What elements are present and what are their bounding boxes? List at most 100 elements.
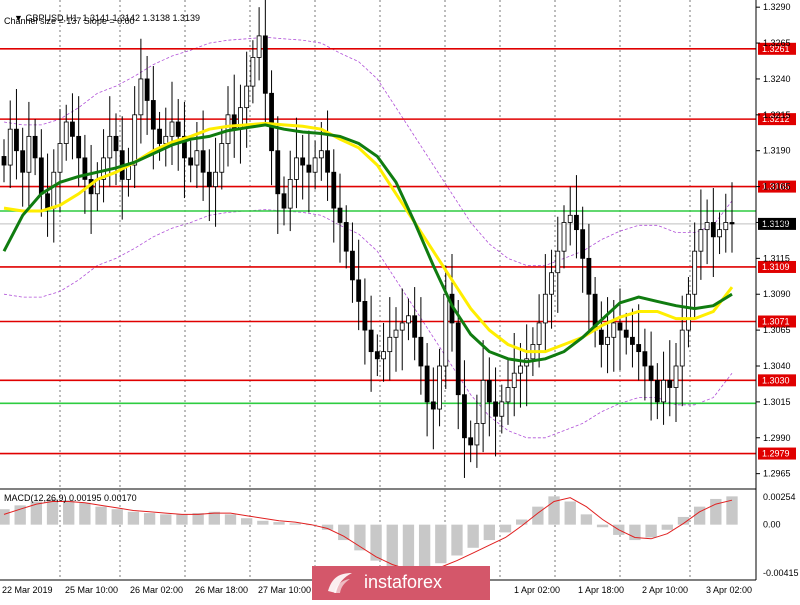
- candle-body: [14, 128, 19, 152]
- candle-body: [57, 143, 63, 173]
- candle-body: [704, 222, 710, 231]
- brand-watermark: instaforex: [312, 566, 490, 600]
- candle-body: [480, 379, 486, 424]
- channel-info: Channel size = 137 Slope = 0.00: [4, 16, 135, 26]
- candle-body: [654, 379, 660, 403]
- candle-body: [617, 322, 623, 331]
- candle-body: [493, 401, 498, 417]
- candle-body: [194, 150, 200, 166]
- macd-histogram-bar: [273, 522, 285, 525]
- candle-body: [20, 150, 26, 173]
- candle-body: [76, 135, 82, 159]
- candle-body: [692, 250, 698, 295]
- price-tick-label: 1.2990: [763, 433, 791, 443]
- macd-histogram-bar: [289, 523, 301, 525]
- macd-histogram-bar: [176, 514, 188, 525]
- candle-body: [38, 157, 44, 195]
- candle-body: [623, 329, 629, 338]
- time-label: 2 Apr 10:00: [642, 585, 688, 595]
- candle-body: [729, 222, 735, 225]
- candle-body: [337, 207, 343, 223]
- candle-body: [443, 293, 449, 367]
- price-chart[interactable]: 1.32611.32121.31651.31091.30711.30301.29…: [0, 0, 800, 600]
- candle-body: [312, 157, 318, 173]
- time-label: 1 Apr 18:00: [578, 585, 624, 595]
- macd-histogram-bar: [661, 524, 673, 530]
- candle-body: [200, 150, 206, 173]
- macd-histogram-bar: [467, 524, 479, 548]
- macd-histogram-bar: [580, 514, 593, 525]
- time-label: 26 Mar 18:00: [195, 585, 248, 595]
- candle-body: [275, 150, 281, 195]
- candle-body: [45, 193, 50, 209]
- level-badge-label: 1.3030: [762, 375, 790, 385]
- candle-body: [468, 437, 474, 446]
- macd-histogram-bar: [127, 511, 140, 525]
- candle-body: [188, 157, 194, 166]
- candle-body: [318, 150, 324, 159]
- candle-body: [250, 57, 256, 87]
- macd-histogram-bar: [111, 509, 123, 525]
- macd-histogram-bar: [143, 513, 156, 525]
- price-tick-label: 1.3190: [763, 146, 791, 156]
- candle-body: [630, 336, 635, 345]
- candle-body: [561, 222, 567, 252]
- candle-body: [350, 250, 355, 281]
- candle-body: [499, 401, 505, 417]
- candle-body: [213, 171, 218, 187]
- macd-histogram-bar: [79, 502, 91, 525]
- candle-body: [542, 293, 548, 324]
- candle-body: [511, 372, 517, 388]
- candle-body: [381, 351, 386, 360]
- price-tick-label: 1.3240: [763, 74, 791, 84]
- candle-body: [686, 293, 691, 331]
- price-tick-label: 1.3265: [763, 38, 791, 48]
- candle-body: [549, 272, 554, 295]
- macd-histogram-bar: [386, 524, 398, 569]
- macd-histogram-bar: [0, 509, 10, 525]
- macd-histogram-bar: [257, 520, 269, 525]
- macd-histogram-bar: [63, 500, 75, 525]
- price-tick-label: 1.3015: [763, 397, 791, 407]
- candle-body: [567, 214, 573, 223]
- level-badge-label: 1.3109: [762, 262, 790, 272]
- candle-body: [325, 150, 330, 173]
- candle-body: [636, 344, 642, 353]
- macd-histogram-bar: [596, 524, 609, 528]
- candle-body: [113, 135, 119, 152]
- candle-body: [70, 121, 75, 137]
- candle-body: [667, 379, 673, 388]
- macd-histogram-bar: [338, 524, 350, 541]
- brand-name: instaforex: [364, 572, 443, 592]
- price-tick-label: 1.3140: [763, 217, 791, 227]
- macd-histogram-bar: [370, 524, 382, 561]
- candle-body: [673, 365, 679, 388]
- candle-body: [362, 301, 368, 331]
- candle-body: [206, 171, 212, 187]
- candle-body: [723, 222, 729, 231]
- price-tick-label: 1.3115: [763, 253, 790, 263]
- level-badge-label: 1.2979: [762, 449, 790, 459]
- macd-histogram-bar: [645, 524, 657, 538]
- candle-body: [7, 128, 13, 166]
- candle-body: [281, 193, 287, 209]
- time-label: 27 Mar 10:00: [258, 585, 311, 595]
- macd-tick-label: 0.00254: [763, 492, 796, 502]
- candle-body: [611, 322, 617, 338]
- candle-body: [300, 157, 306, 166]
- candle-body: [157, 128, 162, 144]
- candle-body: [175, 121, 181, 137]
- macd-histogram-bar: [499, 524, 512, 533]
- candle-body: [256, 35, 262, 58]
- candle-body: [387, 336, 393, 353]
- candle-body: [374, 351, 380, 360]
- candle-body: [605, 336, 610, 345]
- candle-body: [262, 35, 268, 94]
- candle-body: [331, 171, 337, 209]
- price-tick-label: 1.3065: [763, 325, 791, 335]
- candle-body: [455, 322, 461, 396]
- macd-tick-label: -0.00415: [763, 568, 799, 578]
- candle-body: [580, 229, 586, 259]
- candle-body: [648, 365, 654, 381]
- candle-body: [412, 315, 418, 338]
